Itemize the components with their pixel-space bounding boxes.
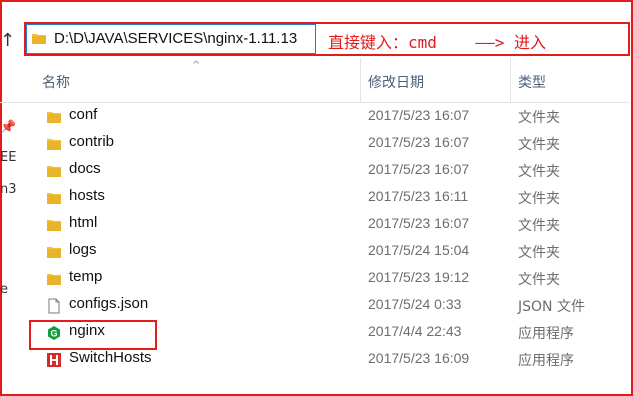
file-modified-date: 2017/5/24 0:33 [368, 296, 462, 312]
file-row[interactable]: temp 2017/5/23 19:12 文件夹 [38, 266, 618, 292]
file-row[interactable]: hosts 2017/5/23 16:11 文件夹 [38, 185, 618, 211]
file-row[interactable]: configs.json 2017/5/24 0:33 JSON 文件 [38, 293, 618, 319]
file-type: 文件夹 [518, 137, 560, 153]
file-row[interactable]: docs 2017/5/23 16:07 文件夹 [38, 158, 618, 184]
folder-icon [46, 163, 62, 179]
column-header-row: ^ 名称 修改日期 类型 [0, 58, 629, 103]
file-modified-date: 2017/5/23 16:11 [368, 188, 469, 204]
file-row[interactable]: logs 2017/5/24 15:04 文件夹 [38, 239, 618, 265]
file-type: 文件夹 [518, 245, 560, 261]
file-modified-date: 2017/5/23 16:07 [368, 134, 470, 150]
file-type: 文件夹 [518, 191, 560, 207]
column-header-date[interactable]: 修改日期 [368, 72, 424, 92]
file-name[interactable]: docs [69, 160, 101, 177]
file-modified-date: 2017/5/23 16:07 [368, 107, 470, 123]
file-row[interactable]: SwitchHosts 2017/5/23 16:09 应用程序 [38, 347, 618, 373]
file-row[interactable]: html 2017/5/23 16:07 文件夹 [38, 212, 618, 238]
json-file-icon [46, 298, 62, 314]
nginx-highlight-box [29, 320, 157, 350]
column-separator[interactable] [510, 58, 511, 102]
file-name[interactable]: configs.json [69, 295, 148, 312]
switchhosts-app-icon [46, 352, 62, 368]
file-name[interactable]: SwitchHosts [69, 349, 152, 366]
file-name[interactable]: conf [69, 106, 97, 123]
file-name[interactable]: contrib [69, 133, 114, 150]
file-name[interactable]: logs [69, 241, 97, 258]
file-type: 文件夹 [518, 164, 560, 180]
file-name[interactable]: html [69, 214, 97, 231]
folder-icon [46, 271, 62, 287]
file-modified-date: 2017/5/24 15:04 [368, 242, 470, 258]
pin-icon[interactable]: 📌 [0, 120, 16, 135]
column-header-name[interactable]: 名称 [42, 72, 70, 92]
nav-item-partial[interactable]: n3 [0, 182, 17, 197]
annotation-text: 直接键入：cmd ——> 进入 [328, 33, 546, 52]
file-modified-date: 2017/4/4 22:43 [368, 323, 462, 339]
file-type: 文件夹 [518, 272, 560, 288]
address-path-text[interactable]: D:\D\JAVA\SERVICES\nginx-1.11.13 [54, 30, 297, 47]
file-modified-date: 2017/5/23 19:12 [368, 269, 470, 285]
file-type: 应用程序 [518, 326, 574, 342]
file-type: JSON 文件 [518, 299, 585, 315]
folder-icon [46, 109, 62, 125]
file-type: 文件夹 [518, 110, 560, 126]
file-row[interactable]: conf 2017/5/23 16:07 文件夹 [38, 104, 618, 130]
file-row[interactable]: contrib 2017/5/23 16:07 文件夹 [38, 131, 618, 157]
file-name[interactable]: hosts [69, 187, 105, 204]
nav-item-partial[interactable]: e [0, 282, 8, 297]
nav-item-partial[interactable]: EE [0, 150, 16, 165]
file-type: 应用程序 [518, 353, 574, 369]
sort-caret-icon[interactable]: ^ [192, 60, 200, 71]
back-arrow-icon[interactable]: ↑ [0, 30, 15, 51]
file-type: 文件夹 [518, 218, 560, 234]
folder-icon [32, 34, 46, 44]
folder-icon [46, 244, 62, 260]
file-modified-date: 2017/5/23 16:07 [368, 215, 470, 231]
file-modified-date: 2017/5/23 16:09 [368, 350, 470, 366]
folder-icon [46, 190, 62, 206]
file-modified-date: 2017/5/23 16:07 [368, 161, 470, 177]
folder-icon [46, 217, 62, 233]
folder-icon [46, 136, 62, 152]
column-separator[interactable] [360, 58, 361, 102]
file-name[interactable]: temp [69, 268, 102, 285]
column-header-type[interactable]: 类型 [518, 72, 546, 92]
address-bar[interactable]: D:\D\JAVA\SERVICES\nginx-1.11.13 直接键入：cm… [24, 22, 630, 56]
